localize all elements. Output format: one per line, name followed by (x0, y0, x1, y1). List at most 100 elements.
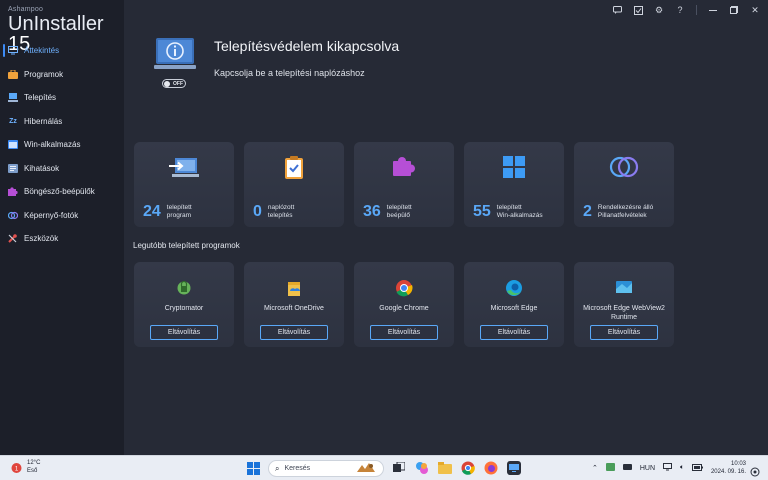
sidebar-item-impacts[interactable]: Kihatások (0, 157, 124, 181)
snapshot-icon (8, 210, 18, 220)
windows-app-icon (8, 140, 18, 150)
uninstall-button[interactable]: Eltávolítás (480, 325, 548, 340)
windows-logo-icon (464, 156, 564, 184)
uninstall-button[interactable]: Eltávolítás (260, 325, 328, 340)
monitor-icon[interactable] (663, 463, 673, 473)
sidebar-item-label: Programok (24, 69, 64, 79)
sidebar-item-programs[interactable]: Programok (0, 63, 124, 87)
title-bar-controls: ⚙ ? ✕ (612, 5, 760, 15)
taskbar: 1 12°C Eső ⌕ Keresés ⌃ HUN 🔈︎ 10:03 2024… (0, 455, 768, 480)
uninstaller-taskbar-icon[interactable] (507, 461, 521, 475)
search-highlight-icon (355, 462, 377, 476)
stat-label-line1: telepített (386, 204, 412, 211)
chevron-up-icon[interactable]: ⌃ (592, 464, 598, 472)
clock[interactable]: 10:03 2024. 09. 16. (708, 460, 746, 476)
snapshot-rings-icon (574, 156, 674, 184)
search-placeholder: Keresés (284, 465, 311, 472)
stat-label-line2: beépülő (386, 212, 410, 219)
onedrive-tray-icon[interactable] (605, 463, 615, 473)
toggle-knob (164, 80, 170, 87)
stat-number: 0 (253, 203, 262, 220)
weather-widget[interactable]: 1 12°C Eső (10, 459, 40, 475)
program-name: Microsoft Edge (490, 305, 538, 312)
weather-icon: 1 (10, 461, 23, 474)
help-icon[interactable]: ? (675, 5, 685, 15)
edge-icon (464, 279, 564, 297)
sidebar-item-label: Áttekintés (24, 46, 60, 56)
system-tray: ⌃ HUN 🔈︎ (592, 463, 704, 473)
impact-icon (8, 163, 18, 173)
chrome-taskbar-icon[interactable] (461, 461, 475, 475)
stat-label-line2: Pillanatfelvételek (597, 212, 647, 219)
sleep-icon: Zz (9, 117, 17, 125)
taskbar-search[interactable]: ⌕ Keresés (268, 460, 384, 477)
program-card-cryptomator: Cryptomator Eltávolítás (134, 262, 234, 347)
recent-programs-heading: Legutóbb telepített programok (133, 241, 240, 250)
page-title: Telepítésvédelem kikapcsolva (214, 38, 400, 54)
program-name: Microsoft Edge WebView2 Runtime (583, 305, 665, 321)
sidebar-item-tools[interactable]: Eszközök (0, 227, 124, 251)
stat-card-logged-installs[interactable]: 0 naplózott telepítés (244, 142, 344, 227)
file-explorer-icon[interactable] (438, 461, 452, 475)
uninstall-button[interactable]: Eltávolítás (150, 325, 218, 340)
stat-card-snapshots[interactable]: 2 Rendelkezésre álló Pillanatfelvételek (574, 142, 674, 227)
sidebar-item-browser-plugins[interactable]: Böngésző-beépülők (0, 180, 124, 204)
uninstall-button[interactable]: Eltávolítás (590, 325, 658, 340)
stat-card-win-apps[interactable]: 55 telepített Win-alkalmazás (464, 142, 564, 227)
stat-number: 24 (143, 203, 161, 220)
stat-label-line1: naplózott (267, 204, 295, 211)
chrome-icon (354, 279, 454, 297)
volume-icon[interactable]: 🔈︎ (680, 464, 684, 472)
close-icon[interactable]: ✕ (750, 5, 760, 15)
sidebar-item-overview[interactable]: Áttekintés (0, 39, 124, 63)
program-card-onedrive: Microsoft OneDrive Eltávolítás (244, 262, 344, 347)
stat-label-line2: Win-alkalmazás (496, 212, 543, 219)
stat-number: 55 (473, 203, 491, 220)
sidebar-item-win-apps[interactable]: Win-alkalmazás (0, 133, 124, 157)
language-indicator[interactable]: HUN (640, 465, 655, 472)
brand-name: UnInstaller (8, 13, 104, 35)
weather-temp: 12°C (27, 460, 41, 466)
maximize-icon[interactable] (729, 5, 739, 15)
clock-date: 2024. 09. 16. (710, 469, 746, 475)
search-icon: ⌕ (275, 463, 280, 473)
minimize-icon[interactable] (708, 5, 718, 15)
webview-icon (574, 279, 674, 297)
stat-card-plugins[interactable]: 36 telepített beépülő (354, 142, 454, 227)
programs-icon (8, 69, 18, 79)
protection-toggle[interactable]: OFF (162, 79, 186, 88)
sidebar-item-install[interactable]: Telepítés (0, 86, 124, 110)
uninstall-button[interactable]: Eltávolítás (370, 325, 438, 340)
clipboard-check-icon (244, 156, 344, 184)
sidebar-item-hibernation[interactable]: Zz Hibernálás (0, 110, 124, 134)
stat-label-line2: telepítés (267, 212, 293, 219)
sidebar-item-label: Eszközök (24, 234, 59, 244)
notification-icon[interactable] (750, 464, 760, 477)
weather-desc: Eső (27, 468, 38, 474)
stat-label-line1: telepített (496, 204, 522, 211)
stat-label-line1: Rendelkezésre álló (597, 204, 654, 211)
sidebar-item-label: Böngésző-beépülők (24, 187, 95, 197)
network-icon[interactable] (622, 463, 632, 473)
sidebar-item-label: Win-alkalmazás (24, 140, 81, 150)
laptop-arrow-icon (134, 156, 234, 184)
stat-card-programs[interactable]: 24 telepített program (134, 142, 234, 227)
start-button[interactable] (247, 462, 260, 480)
firefox-icon[interactable] (484, 461, 498, 475)
toggle-label: OFF (173, 80, 183, 87)
task-view-icon[interactable] (392, 461, 406, 475)
sidebar-nav: Áttekintés Programok Telepítés Zz Hibern… (0, 39, 124, 251)
cryptomator-icon (134, 279, 234, 297)
check-icon[interactable] (633, 5, 643, 15)
sidebar-item-snapshots[interactable]: Képernyő-fotók (0, 204, 124, 228)
stat-label-line1: telepített (166, 204, 192, 211)
stat-label-line2: program (166, 212, 192, 219)
onedrive-icon (244, 279, 344, 297)
sidebar-item-label: Képernyő-fotók (24, 210, 79, 220)
settings-icon[interactable]: ⚙ (654, 5, 664, 15)
program-card-chrome: Google Chrome Eltávolítás (354, 262, 454, 347)
feedback-icon[interactable] (612, 5, 622, 15)
battery-icon[interactable] (692, 463, 704, 473)
copilot-icon[interactable] (415, 461, 429, 475)
page-subtitle: Kapcsolja be a telepítési naplózáshoz (214, 68, 365, 78)
